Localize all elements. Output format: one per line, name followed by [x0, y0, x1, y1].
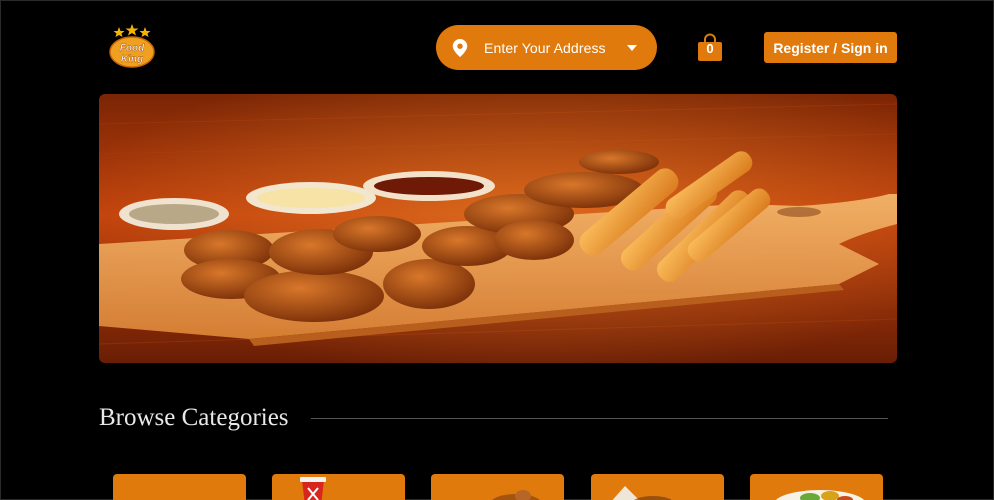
food-king-logo[interactable]: Food King: [107, 24, 157, 70]
category-card-2[interactable]: [272, 474, 405, 500]
category-card-4[interactable]: [591, 474, 724, 500]
register-signin-button[interactable]: Register / Sign in: [764, 32, 897, 63]
cart-button[interactable]: 0: [697, 33, 723, 61]
cart-count-badge: 0: [706, 41, 714, 56]
drink-cup-icon: [300, 477, 326, 500]
hero-banner-image: [99, 94, 897, 363]
category-card-5[interactable]: [750, 474, 883, 500]
location-pin-icon: [452, 38, 468, 57]
food-wrap-icon: [612, 486, 673, 500]
svg-text:Food: Food: [120, 43, 145, 54]
chevron-down-icon: [627, 45, 637, 51]
address-placeholder: Enter Your Address: [484, 39, 606, 56]
svg-text:King: King: [121, 54, 143, 65]
section-divider: [311, 418, 888, 419]
salad-bowl-icon: [775, 490, 865, 500]
address-selector[interactable]: Enter Your Address: [436, 25, 657, 70]
category-card-3[interactable]: [431, 474, 564, 500]
category-card-1[interactable]: [113, 474, 246, 500]
browse-categories-title: Browse Categories: [99, 404, 289, 431]
food-plate-icon: [492, 490, 540, 500]
